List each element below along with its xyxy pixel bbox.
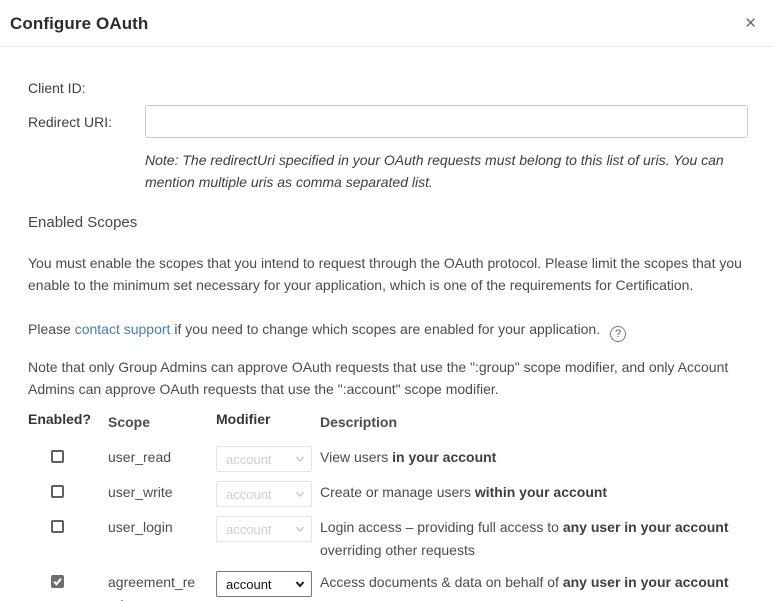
redirect-uri-row: Redirect URI: [28,105,748,138]
help-icon[interactable]: ? [610,326,626,342]
header-enabled: Enabled? [28,411,108,427]
redirect-uri-note: Note: The redirectUri specified in your … [145,149,745,193]
scope-enabled-checkbox[interactable] [51,450,64,463]
scopes-intro-text: You must enable the scopes that you inte… [28,252,754,296]
scope-description: View users in your account [320,446,740,469]
scope-enabled-checkbox[interactable] [51,575,64,588]
scope-name: user_write [108,481,200,504]
dialog-body: Client ID: Redirect URI: Note: The redir… [0,47,773,601]
scope-description: Login access – providing full access to … [320,516,740,562]
modifier-select[interactable]: account [216,481,312,507]
modifier-select[interactable]: account [216,516,312,542]
table-header-row: Enabled? Scope Modifier Description [28,411,748,434]
header-modifier: Modifier [216,411,320,427]
scopes-table: Enabled? Scope Modifier Description user… [28,411,748,601]
scope-name: user_login [108,516,200,539]
modifier-select[interactable]: account [216,571,312,597]
scope-name: agreement_read [108,571,200,601]
scope-description: Access documents & data on behalf of any… [320,571,740,594]
table-row: user_read account View users in your acc… [28,446,748,472]
header-description: Description [320,411,740,434]
enabled-scopes-heading: Enabled Scopes [28,214,748,231]
contact-support-link[interactable]: contact support [75,321,171,337]
scope-name: user_read [108,446,200,469]
client-id-label: Client ID: [28,80,145,96]
table-row: agreement_read account Access documents … [28,571,748,601]
support-suffix: if you need to change which scopes are e… [170,321,600,337]
scope-enabled-checkbox[interactable] [51,485,64,498]
table-row: user_login account Login access – provid… [28,516,748,562]
header-scope: Scope [108,411,216,434]
redirect-uri-input[interactable] [145,105,748,138]
table-row: user_write account Create or manage user… [28,481,748,507]
admin-note-text: Note that only Group Admins can approve … [28,356,754,400]
scope-description: Create or manage users within your accou… [320,481,740,504]
modifier-select[interactable]: account [216,446,312,472]
redirect-uri-label: Redirect URI: [28,114,145,130]
page-title: Configure OAuth [10,14,148,33]
scope-enabled-checkbox[interactable] [51,520,64,533]
configure-oauth-dialog: Configure OAuth ✕ Client ID: Redirect UR… [0,0,773,601]
support-prefix: Please [28,321,75,337]
client-id-row: Client ID: [28,80,748,96]
close-icon[interactable]: ✕ [744,16,757,31]
dialog-header: Configure OAuth ✕ [0,0,773,46]
support-line: Please contact support if you need to ch… [28,318,754,342]
